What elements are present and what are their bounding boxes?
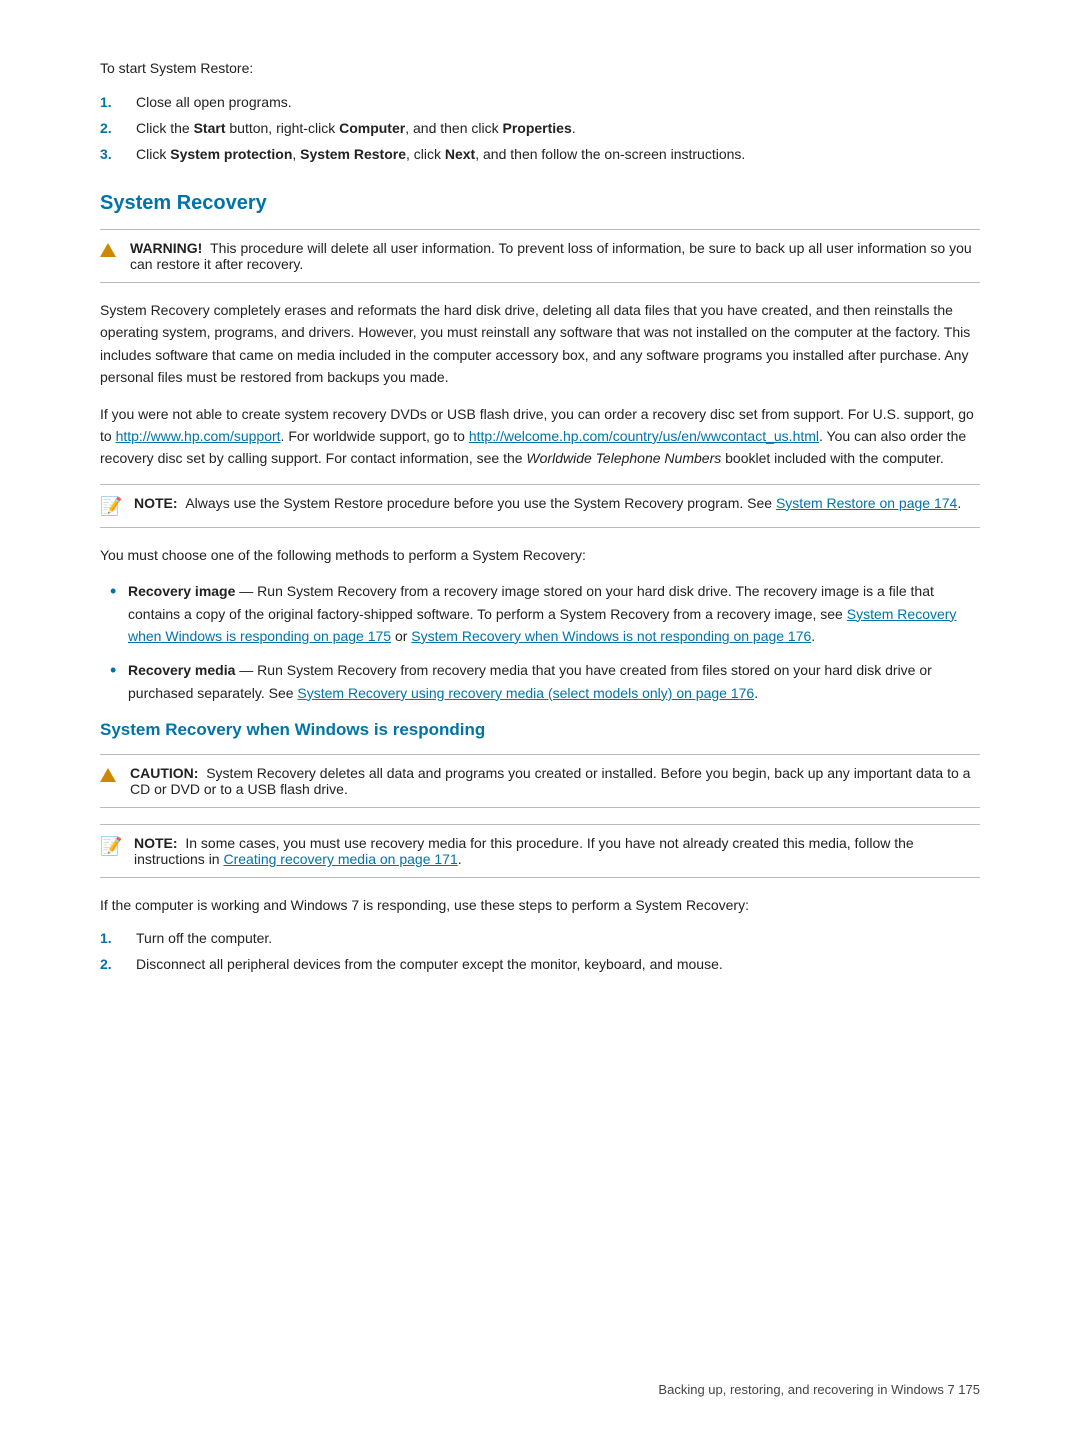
step-text-2: Click the Start button, right-click Comp… — [136, 120, 576, 136]
responding-para1: If the computer is working and Windows 7… — [100, 894, 980, 916]
responding-note-box: 📝 NOTE: In some cases, you must use reco… — [100, 824, 980, 878]
system-recovery-para3: You must choose one of the following met… — [100, 544, 980, 566]
initial-step-3: 3. Click System protection, System Resto… — [100, 146, 980, 162]
caution-triangle-icon — [100, 766, 122, 782]
responding-step-1: 1. Turn off the computer. — [100, 930, 980, 946]
warning-label: WARNING! — [130, 240, 210, 256]
system-recovery-para1: System Recovery completely erases and re… — [100, 299, 980, 389]
step-num-2: 2. — [100, 120, 136, 136]
step-text-3: Click System protection, System Restore,… — [136, 146, 745, 162]
warning-content: WARNING! This procedure will delete all … — [130, 240, 980, 272]
step-text-1: Close all open programs. — [136, 94, 292, 110]
responding-step-num-2: 2. — [100, 956, 136, 972]
creating-recovery-media-link[interactable]: Creating recovery media on page 171 — [223, 851, 457, 867]
responding-step-text-2: Disconnect all peripheral devices from t… — [136, 956, 723, 972]
recovery-media-link[interactable]: System Recovery using recovery media (se… — [297, 685, 754, 701]
bullet-text-2: Recovery media — Run System Recovery fro… — [128, 659, 980, 704]
warning-box: WARNING! This procedure will delete all … — [100, 229, 980, 283]
caution-box: CAUTION: System Recovery deletes all dat… — [100, 754, 980, 808]
bullet-dot-1: • — [110, 578, 128, 605]
warning-triangle-icon — [100, 241, 122, 257]
bullet-dot-2: • — [110, 657, 128, 684]
system-recovery-para2: If you were not able to create system re… — [100, 403, 980, 470]
system-recovery-heading: System Recovery — [100, 192, 980, 215]
caution-content: CAUTION: System Recovery deletes all dat… — [130, 765, 980, 797]
responding-step-2: 2. Disconnect all peripheral devices fro… — [100, 956, 980, 972]
step-num-1: 1. — [100, 94, 136, 110]
responding-steps-list: 1. Turn off the computer. 2. Disconnect … — [100, 930, 980, 972]
system-restore-link[interactable]: System Restore on page 174 — [776, 495, 957, 511]
recovery-not-responding-link[interactable]: System Recovery when Windows is not resp… — [411, 628, 811, 644]
hp-worldwide-link[interactable]: http://welcome.hp.com/country/us/en/wwco… — [469, 428, 819, 444]
note-icon: 📝 — [100, 496, 126, 517]
bullet-item-1: • Recovery image — Run System Recovery f… — [110, 580, 980, 647]
footer-text: Backing up, restoring, and recovering in… — [658, 1382, 980, 1397]
note-label: NOTE: — [134, 495, 185, 511]
system-recovery-note-box: 📝 NOTE: Always use the System Restore pr… — [100, 484, 980, 528]
caution-label: CAUTION: — [130, 765, 206, 781]
initial-step-2: 2. Click the Start button, right-click C… — [100, 120, 980, 136]
intro-text: To start System Restore: — [100, 60, 980, 76]
note-content: NOTE: Always use the System Restore proc… — [134, 495, 961, 511]
note-text: Always use the System Restore procedure … — [185, 495, 961, 511]
bullet-item-2: • Recovery media — Run System Recovery f… — [110, 659, 980, 704]
system-recovery-bullets: • Recovery image — Run System Recovery f… — [100, 580, 980, 704]
initial-steps-list: 1. Close all open programs. 2. Click the… — [100, 94, 980, 162]
initial-step-1: 1. Close all open programs. — [100, 94, 980, 110]
system-recovery-responding-heading: System Recovery when Windows is respondi… — [100, 720, 980, 740]
hp-support-link[interactable]: http://www.hp.com/support — [116, 428, 281, 444]
warning-text: This procedure will delete all user info… — [130, 240, 972, 272]
page-footer: Backing up, restoring, and recovering in… — [0, 1382, 1080, 1397]
caution-text: System Recovery deletes all data and pro… — [130, 765, 970, 797]
bullet-text-1: Recovery image — Run System Recovery fro… — [128, 580, 980, 647]
responding-note-label: NOTE: — [134, 835, 185, 851]
step-num-3: 3. — [100, 146, 136, 162]
responding-note-text: In some cases, you must use recovery med… — [134, 835, 914, 867]
responding-note-content: NOTE: In some cases, you must use recove… — [134, 835, 980, 867]
responding-step-num-1: 1. — [100, 930, 136, 946]
responding-step-text-1: Turn off the computer. — [136, 930, 272, 946]
note-icon-2: 📝 — [100, 836, 126, 857]
